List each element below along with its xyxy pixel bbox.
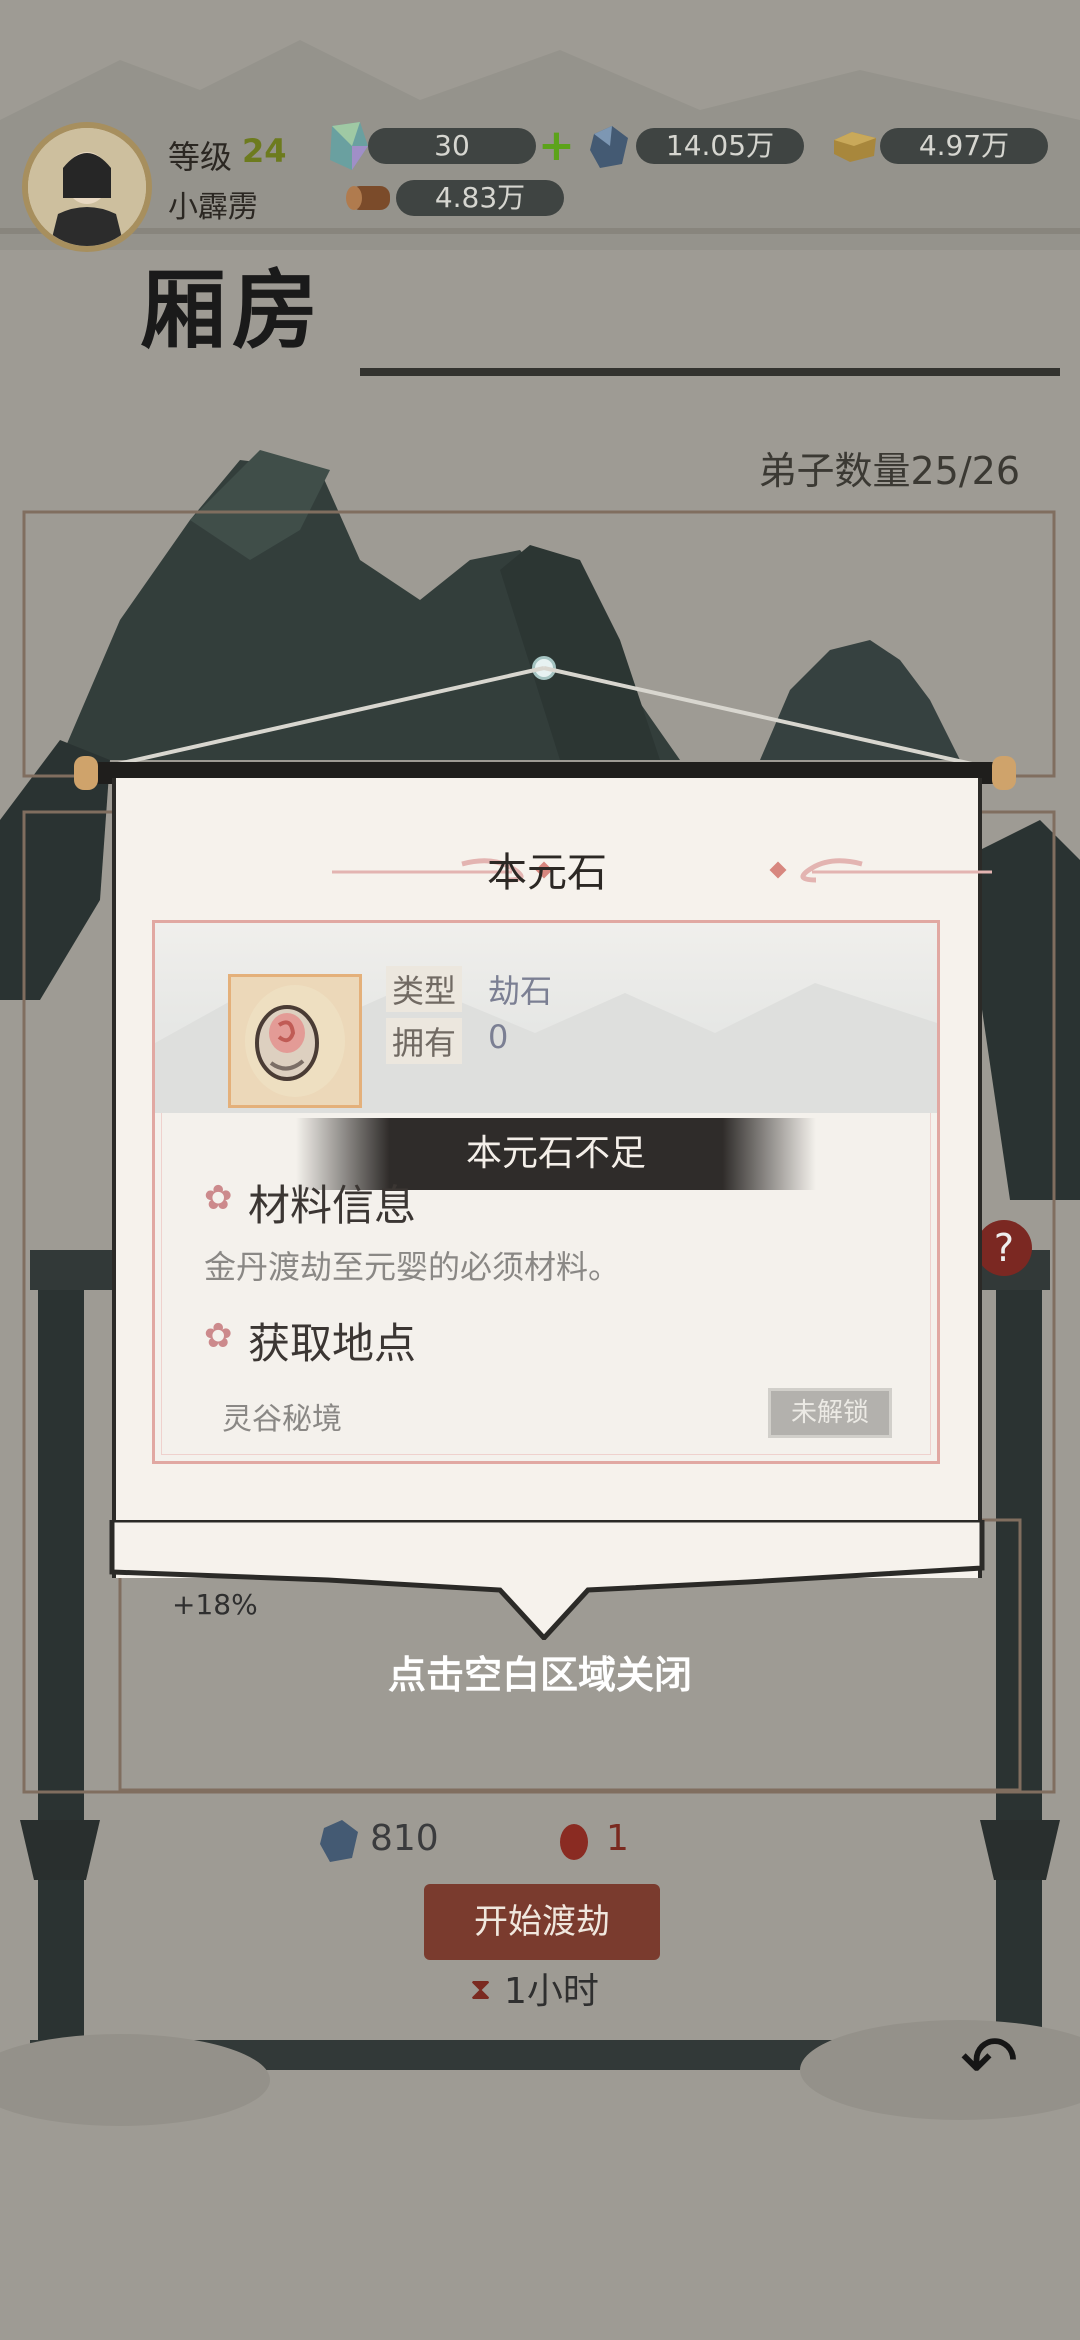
type-label: 类型 [386,966,463,1012]
origin-stone-icon [245,985,345,1097]
owned-value: 0 [488,1018,509,1056]
start-tribulation-button[interactable]: 开始渡劫 [424,1884,660,1960]
cost-spirit-stone: 810 [370,1818,439,1859]
source-location[interactable]: 灵谷秘境 [222,1394,342,1438]
material-info-desc: 金丹渡劫至元婴的必须材料。 [204,1248,621,1286]
cost-core-stone: 1 [606,1818,629,1859]
hourglass-icon: ⧗ [470,1972,492,2007]
source-title: 获取地点 [248,1319,417,1368]
close-hint: 点击空白区域关闭 [387,1653,692,1697]
spirit-stone-cost-icon [320,1820,358,1862]
modal-title-bar: 本元石 [112,840,992,900]
locked-badge: 未解锁 [768,1388,892,1438]
hanging-strings [99,666,991,770]
flower-icon: ✿ [204,1316,233,1356]
title-ornament-right [769,858,992,883]
owned-label: 拥有 [386,1018,463,1064]
item-icon-slot[interactable] [228,974,362,1108]
scroll-bottom-edge [109,1520,985,1640]
material-info-title: 材料信息 [248,1181,417,1230]
scroll-rod-cap-left [74,756,98,790]
flower-icon: ✿ [204,1178,233,1218]
scroll-rod-cap-right [992,756,1016,790]
type-value: 劫石 [488,972,553,1010]
core-stone-cost-icon [560,1824,588,1860]
duration-text: 1小时 [504,1971,599,2012]
help-button[interactable]: ? [976,1220,1032,1276]
back-arrow-icon[interactable]: ↶ [960,2020,1050,2102]
